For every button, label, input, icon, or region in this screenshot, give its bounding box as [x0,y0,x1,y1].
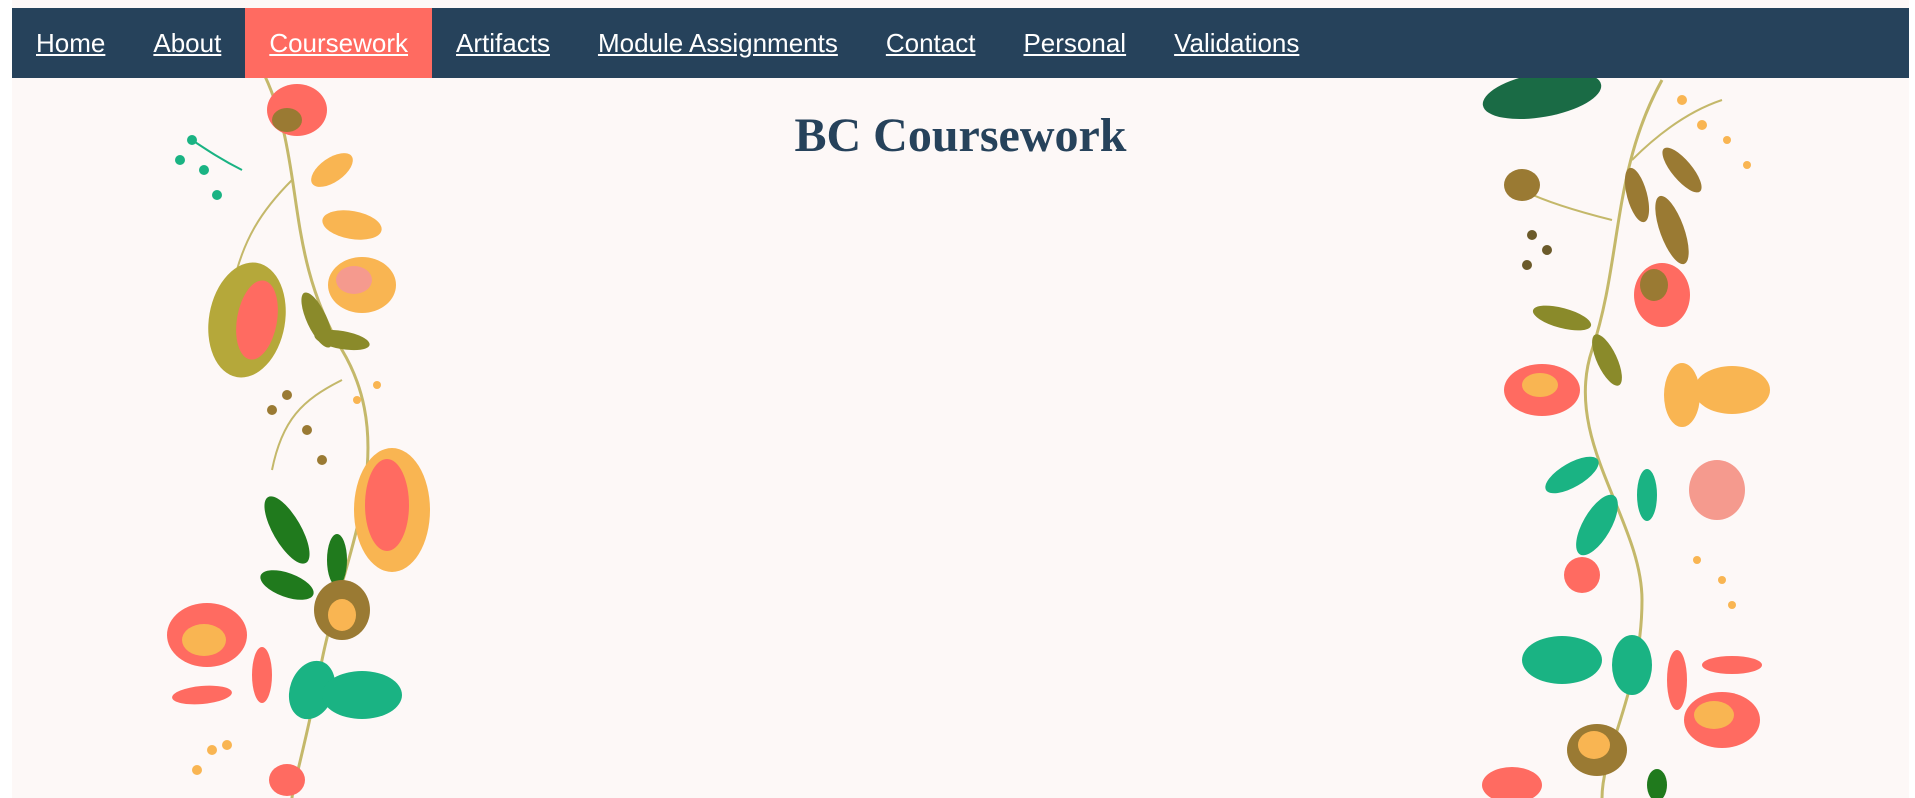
nav-home-link[interactable]: Home [12,8,129,78]
nav-personal-link[interactable]: Personal [999,8,1150,78]
nav-coursework-link[interactable]: Coursework [245,8,433,78]
page-title: BC Coursework [794,109,1127,162]
nav-validations-link[interactable]: Validations [1150,8,1323,78]
nav-about-link[interactable]: About [129,8,245,78]
nav-contact-link[interactable]: Contact [862,8,1000,78]
nav-module-assignments-link[interactable]: Module Assignments [574,8,862,78]
nav-artifacts-link[interactable]: Artifacts [432,8,574,78]
main-nav: Home About Coursework Artifacts Module A… [12,8,1909,78]
